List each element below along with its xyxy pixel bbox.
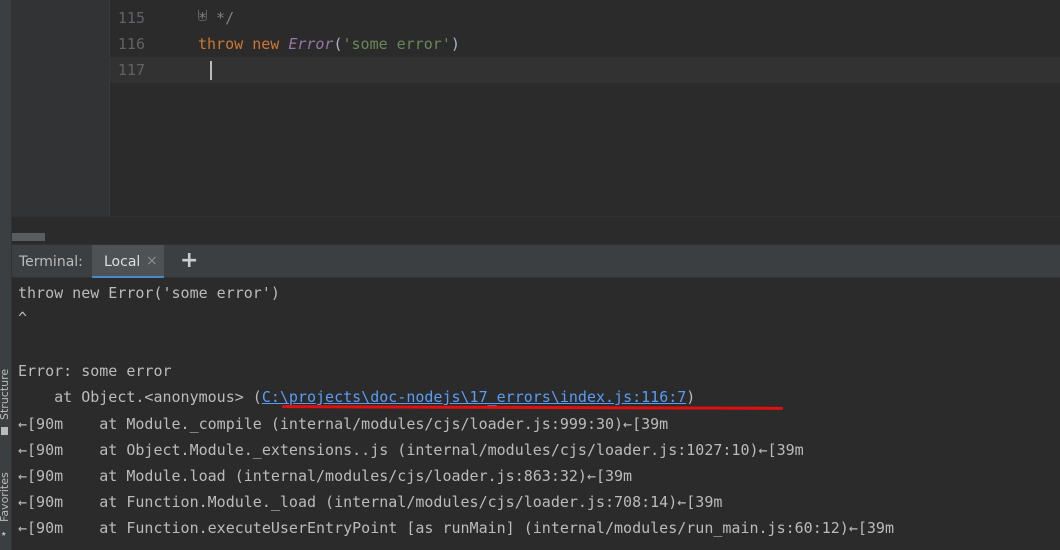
close-icon[interactable]: × <box>146 253 158 269</box>
stack-line: ←[90m at Function.executeUserEntryPoint … <box>18 519 894 537</box>
current-line-highlight <box>110 57 1060 83</box>
open-paren: ( <box>333 35 343 53</box>
string-literal: 'some error' <box>342 35 451 53</box>
terminal-output[interactable]: throw new Error('some error') ^ Error: s… <box>12 278 1060 550</box>
tab-local[interactable]: Local × <box>92 245 164 279</box>
keyword-new: new <box>252 35 280 53</box>
favorites-tool-label[interactable]: Favorites <box>0 472 11 522</box>
line-number: 115 <box>117 9 145 27</box>
keyword-throw: throw <box>198 35 244 53</box>
line-number: 117 <box>117 61 145 79</box>
structure-icon[interactable] <box>1 427 8 435</box>
stack-line: ←[90m at Module._compile (internal/modul… <box>18 415 669 433</box>
code-editor[interactable]: 115 116 117 * */ throw new Error('some e… <box>12 0 1060 245</box>
stack-line: ←[90m at Function.Module._load (internal… <box>18 493 723 511</box>
close-paren: ) <box>450 35 460 53</box>
terminal-line: Error: some error <box>18 362 172 380</box>
new-session-plus-icon[interactable]: + <box>180 248 198 273</box>
stack-line: ←[90m at Module.load (internal/modules/c… <box>18 467 633 485</box>
tab-label[interactable]: Local <box>104 254 140 270</box>
text-cursor <box>210 61 212 80</box>
terminal-title: Terminal: <box>19 254 83 270</box>
trace-prefix: at Object.<anonymous> ( <box>18 388 262 406</box>
horizontal-scrollbar[interactable] <box>12 216 1060 245</box>
code-line: * */ <box>198 9 235 27</box>
horizontal-scrollbar-thumb[interactable] <box>12 233 45 241</box>
terminal-line: throw new Error('some error') <box>18 284 280 302</box>
terminal-toolbar: Terminal: Local × + <box>12 244 1060 279</box>
structure-tool-label[interactable]: Structure <box>0 369 11 420</box>
favorites-star-icon[interactable]: ★ <box>1 530 8 539</box>
trace-suffix: ) <box>686 388 696 406</box>
class-name: Error <box>288 35 334 53</box>
code-line: throw new Error('some error') <box>198 31 460 57</box>
terminal-line: ^ <box>18 309 28 327</box>
line-number: 116 <box>117 35 145 53</box>
stack-line: ←[90m at Object.Module._extensions..js (… <box>18 441 804 459</box>
left-tool-strip: Structure Favorites ★ <box>0 0 12 550</box>
file-path-link[interactable]: C:\projects\doc-nodejs\17_errors\index.j… <box>262 388 686 406</box>
